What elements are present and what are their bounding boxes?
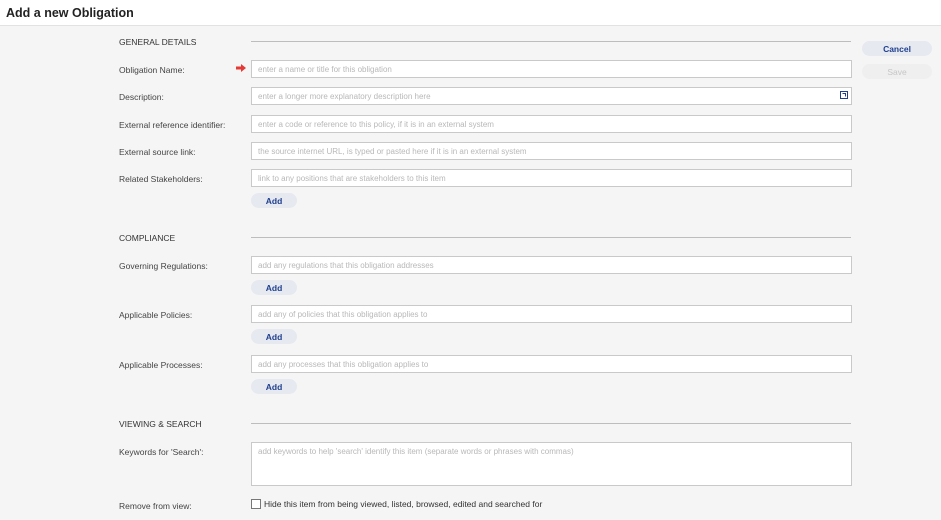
applicable-policies-label: Applicable Policies:: [119, 310, 193, 320]
applicable-processes-label: Applicable Processes:: [119, 360, 203, 370]
add-stakeholder-button[interactable]: Add: [251, 193, 297, 208]
red-arrow-icon: [236, 64, 246, 72]
section-divider: [251, 423, 851, 424]
section-divider: [251, 237, 851, 238]
related-stakeholders-input[interactable]: [251, 169, 852, 187]
applicable-processes-input[interactable]: [251, 355, 852, 373]
section-title-viewing: VIEWING & SEARCH: [119, 419, 202, 429]
add-regulation-button[interactable]: Add: [251, 280, 297, 295]
description-input[interactable]: [251, 87, 852, 105]
section-title-compliance: COMPLIANCE: [119, 233, 176, 243]
applicable-policies-input[interactable]: [251, 305, 852, 323]
keywords-label: Keywords for 'Search':: [119, 447, 204, 457]
governing-regulations-input[interactable]: [251, 256, 852, 274]
add-process-button[interactable]: Add: [251, 379, 297, 394]
obligation-name-input[interactable]: [251, 60, 852, 78]
external-source-label: External source link:: [119, 147, 196, 157]
keywords-textarea[interactable]: [251, 442, 852, 486]
governing-regulations-label: Governing Regulations:: [119, 261, 208, 271]
description-label: Description:: [119, 92, 164, 102]
external-source-input[interactable]: [251, 142, 852, 160]
save-button[interactable]: Save: [862, 64, 932, 79]
cancel-button[interactable]: Cancel: [862, 41, 932, 56]
hide-item-checkbox-label[interactable]: Hide this item from being viewed, listed…: [264, 499, 542, 509]
obligation-name-label: Obligation Name:: [119, 65, 185, 75]
add-policy-button[interactable]: Add: [251, 329, 297, 344]
expand-icon[interactable]: [840, 91, 848, 99]
hide-item-checkbox[interactable]: [251, 499, 261, 509]
related-stakeholders-label: Related Stakeholders:: [119, 174, 203, 184]
external-reference-input[interactable]: [251, 115, 852, 133]
section-divider: [251, 41, 851, 42]
section-title-general: GENERAL DETAILS: [119, 37, 197, 47]
remove-from-view-label: Remove from view:: [119, 501, 192, 511]
page-title: Add a new Obligation: [6, 6, 134, 20]
external-reference-label: External reference identifier:: [119, 120, 226, 130]
page-header: Add a new Obligation: [0, 0, 941, 26]
